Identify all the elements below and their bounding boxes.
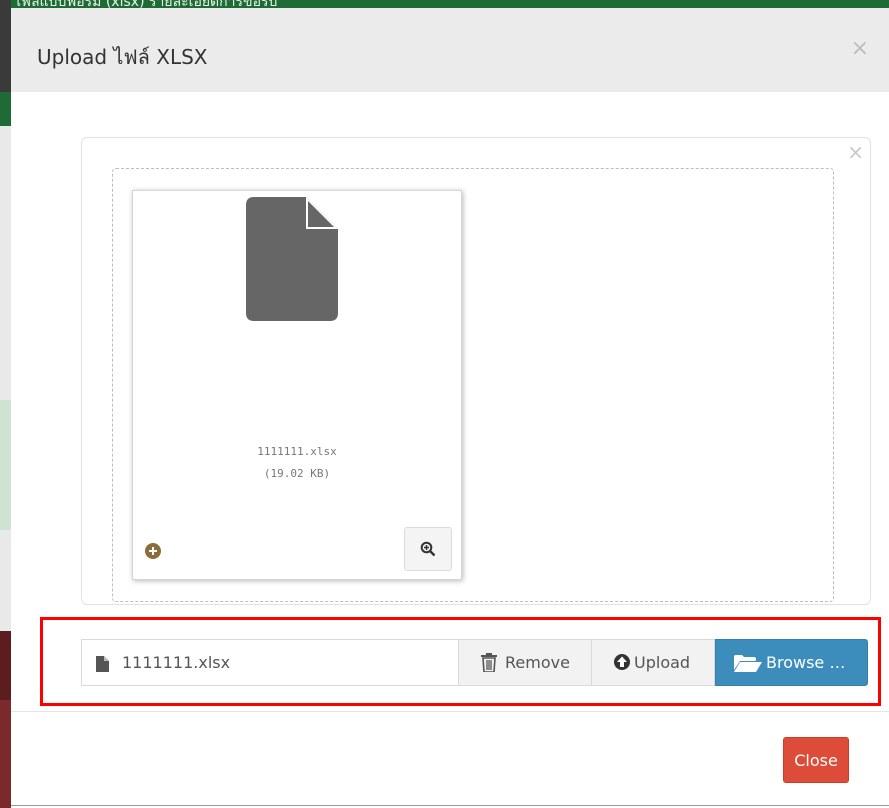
file-caption[interactable]: 1111111.xlsx — [81, 639, 458, 686]
remove-button[interactable]: Remove — [458, 639, 592, 686]
browse-button-label: Browse … — [766, 653, 846, 672]
file-icon — [246, 197, 338, 321]
folder-open-icon — [734, 655, 762, 672]
browse-button[interactable]: Browse … — [715, 639, 868, 686]
file-thumbnail: 1111111.xlsx (19.02 KB) — [132, 190, 462, 580]
zoom-button[interactable] — [404, 527, 452, 571]
clear-preview-icon[interactable]: × — [847, 140, 864, 164]
file-caption-text: 1111111.xlsx — [122, 653, 231, 672]
trash-icon — [481, 653, 497, 672]
zoom-in-icon — [420, 541, 436, 557]
thumbnail-file-size: (19.02 KB) — [263, 467, 331, 480]
upload-button[interactable]: Upload — [592, 639, 715, 686]
plus-circle-icon — [145, 543, 161, 559]
background-page-edge — [0, 0, 11, 808]
upload-button-label: Upload — [634, 653, 691, 672]
file-icon — [96, 656, 109, 672]
remove-button-label: Remove — [505, 653, 570, 672]
file-preview-panel: × 1111111.xlsx (19.02 KB) — [81, 137, 871, 605]
close-button[interactable]: Close — [783, 737, 849, 783]
file-input-group: 1111111.xlsx Remove Upload Browse … — [81, 639, 868, 687]
modal-title: Upload ไฟล์ XLSX — [37, 45, 208, 69]
modal-close-icon[interactable]: × — [851, 36, 869, 61]
modal-footer-divider — [11, 711, 889, 712]
upload-circle-icon — [614, 654, 630, 670]
close-button-label: Close — [794, 751, 838, 770]
modal-header: Upload ไฟล์ XLSX × — [11, 8, 889, 92]
thumbnail-file-name: 1111111.xlsx — [257, 445, 337, 458]
background-heading: ไฟล์แบบฟอร์ม (xlsx) รายละเอียดการขอรับ — [14, 0, 278, 8]
background-header-strip: ไฟล์แบบฟอร์ม (xlsx) รายละเอียดการขอรับ — [0, 0, 889, 8]
